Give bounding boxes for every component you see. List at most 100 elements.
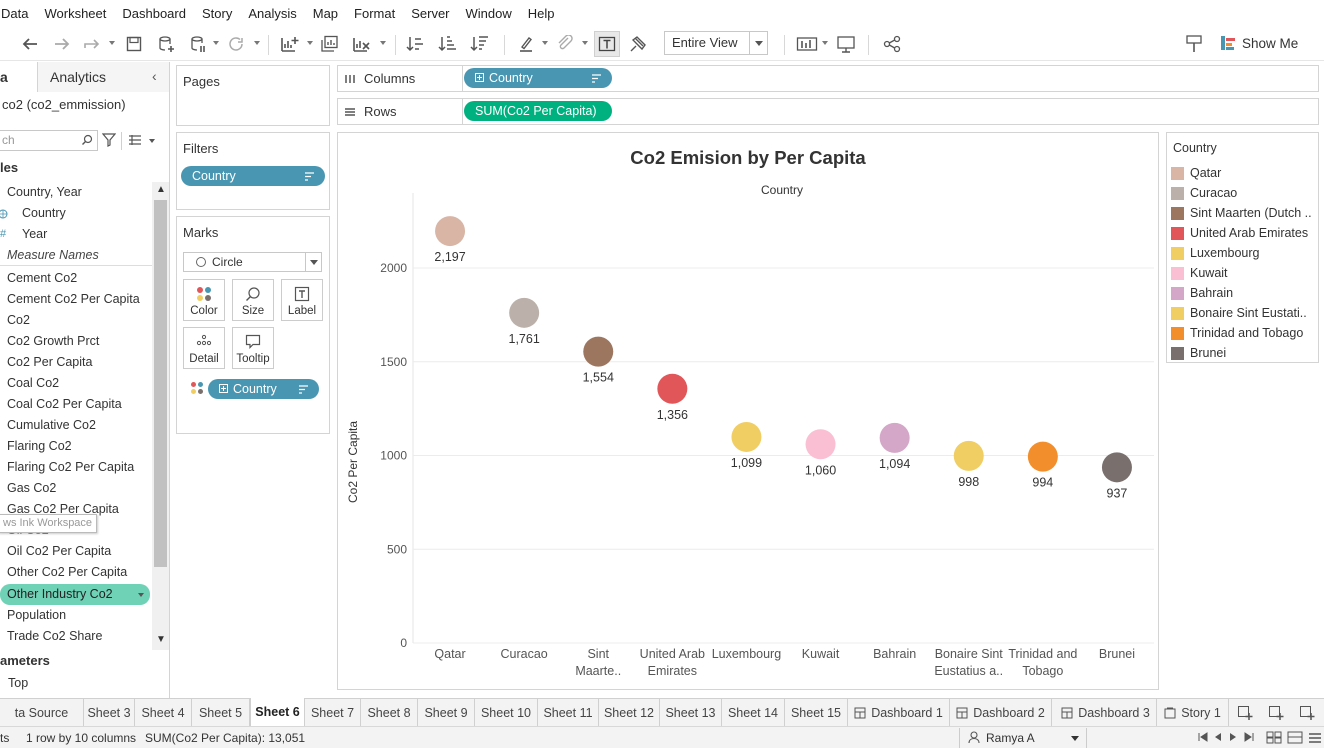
legend-item[interactable]: Bonaire Sint Eustati.. [1171, 303, 1318, 323]
mark-type-dropdown[interactable]: Circle [183, 252, 322, 272]
data-point[interactable] [1027, 441, 1058, 472]
data-point[interactable] [879, 422, 910, 453]
clear-icon[interactable] [350, 31, 374, 57]
pin-icon[interactable] [1182, 31, 1206, 57]
highlight-icon[interactable] [514, 31, 538, 57]
show-me-button[interactable]: Show Me [1220, 31, 1298, 55]
field-item[interactable]: Oil Co2 Per Capita [0, 541, 152, 562]
label-button[interactable]: Label [281, 279, 323, 321]
field-item-selected[interactable]: Other Industry Co2 [0, 584, 150, 605]
legend-item[interactable]: Trinidad and Tobago [1171, 323, 1318, 343]
data-point[interactable] [435, 216, 466, 247]
sheet-tab[interactable]: Sheet 5 [192, 699, 250, 727]
rows-shelf[interactable]: Rows SUM(Co2 Per Capita) [337, 98, 1319, 125]
legend-item[interactable]: Sint Maarten (Dutch .. [1171, 203, 1318, 223]
field-item[interactable]: Country, Year [0, 182, 152, 203]
legend-item[interactable]: Curacao [1171, 183, 1318, 203]
labels-icon[interactable] [594, 31, 620, 57]
field-item[interactable]: Cement Co2 Per Capita [0, 289, 152, 310]
share-icon[interactable] [880, 31, 904, 57]
tab-data-source[interactable]: ta Source [0, 699, 84, 727]
field-item[interactable]: Gas Co2 [0, 478, 152, 499]
tabs-view-icon[interactable] [1308, 731, 1322, 744]
sheet-tab[interactable]: Sheet 11 [538, 699, 599, 727]
fix-axes-icon[interactable] [626, 31, 650, 57]
field-item[interactable]: Co2 Growth Prct [0, 331, 152, 352]
data-point[interactable] [805, 429, 836, 460]
field-item[interactable]: Co2 [0, 310, 152, 331]
previous-sheet-icon[interactable] [1213, 731, 1223, 743]
field-item[interactable]: Coal Co2 [0, 373, 152, 394]
field-item[interactable]: Population [0, 605, 152, 626]
menu-worksheet[interactable]: Worksheet [36, 0, 114, 27]
chart-view[interactable]: Co2 Emision by Per Capita Country Co2 Pe… [337, 132, 1159, 690]
filter-pill-country[interactable]: Country [181, 166, 325, 186]
tab-data[interactable]: a [0, 62, 38, 92]
field-list-scrollbar[interactable]: ▲ ▼ [152, 182, 169, 650]
filter-icon[interactable] [102, 133, 116, 147]
filmstrip-view-icon[interactable] [1287, 731, 1303, 744]
legend-item[interactable]: United Arab Emirates [1171, 223, 1318, 243]
new-worksheet-tab-icon[interactable] [1237, 705, 1253, 721]
legend-item[interactable]: Kuwait [1171, 263, 1318, 283]
next-sheet-icon[interactable] [1228, 731, 1238, 743]
scroll-down-icon[interactable]: ▼ [156, 634, 166, 645]
fit-dropdown[interactable]: Entire View [664, 31, 768, 55]
menu-map[interactable]: Map [305, 0, 346, 27]
field-item[interactable]: Cumulative Co2 [0, 415, 152, 436]
color-button[interactable]: Color [183, 279, 225, 321]
sheet-tab[interactable]: Sheet 7 [305, 699, 361, 727]
menu-server[interactable]: Server [403, 0, 457, 27]
data-point[interactable] [657, 373, 688, 404]
menu-data[interactable]: Data [0, 0, 36, 27]
last-sheet-icon[interactable] [1243, 731, 1255, 743]
sheet-tab[interactable]: Sheet 4 [135, 699, 192, 727]
data-point[interactable] [583, 336, 614, 367]
forward-icon[interactable] [50, 31, 74, 57]
list-view-icon[interactable] [128, 134, 142, 146]
sheet-tab[interactable]: Sheet 14 [722, 699, 785, 727]
presentation-icon[interactable] [834, 31, 858, 57]
tab-analytics[interactable]: Analytics [38, 62, 169, 92]
legend-item[interactable]: Luxembourg [1171, 243, 1318, 263]
filters-card[interactable]: Filters Country [176, 132, 330, 210]
tooltip-button[interactable]: Tooltip [232, 327, 274, 369]
duplicate-icon[interactable] [318, 31, 342, 57]
data-point[interactable] [1101, 452, 1132, 483]
size-button[interactable]: Size [232, 279, 274, 321]
scroll-up-icon[interactable]: ▲ [156, 184, 166, 195]
group-icon[interactable] [553, 31, 577, 57]
sheet-tab[interactable]: Sheet 8 [361, 699, 418, 727]
user-menu[interactable]: Ramya A [959, 728, 1087, 748]
refresh-icon[interactable] [224, 31, 248, 57]
scroll-thumb[interactable] [154, 200, 167, 567]
menu-dashboard[interactable]: Dashboard [114, 0, 194, 27]
parameter-item[interactable]: Top [8, 676, 28, 690]
columns-pill-country[interactable]: Country [464, 68, 612, 88]
sort-asc-icon[interactable] [436, 31, 460, 57]
sheet-tab[interactable]: Sheet 3 [84, 699, 135, 727]
first-sheet-icon[interactable] [1197, 731, 1209, 743]
field-item[interactable]: Flaring Co2 Per Capita [0, 457, 152, 478]
sheet-tab[interactable]: Sheet 13 [660, 699, 722, 727]
sheet-tab[interactable]: Sheet 10 [475, 699, 538, 727]
chevron-down-icon[interactable] [149, 139, 155, 143]
columns-shelf[interactable]: Columns Country [337, 65, 1319, 92]
sheet-tab[interactable]: Sheet 12 [599, 699, 660, 727]
grid-view-icon[interactable] [1266, 731, 1282, 744]
new-story-tab-icon[interactable] [1299, 705, 1315, 721]
menu-window[interactable]: Window [458, 0, 520, 27]
pages-card[interactable]: Pages [176, 65, 330, 126]
new-worksheet-icon[interactable] [278, 31, 302, 57]
field-item[interactable]: Cement Co2 [0, 268, 152, 289]
menu-analysis[interactable]: Analysis [240, 0, 304, 27]
legend-item[interactable]: Qatar [1171, 163, 1318, 183]
marks-pill-country[interactable]: Country [208, 379, 319, 399]
dashboard-tab[interactable]: Dashboard 2 [950, 699, 1052, 727]
legend-item[interactable]: Brunei [1171, 343, 1318, 363]
field-item[interactable]: Coal Co2 Per Capita [0, 394, 152, 415]
data-point[interactable] [509, 297, 540, 328]
rows-pill-sum-co2-per-capita[interactable]: SUM(Co2 Per Capita) [464, 101, 612, 121]
sheet-tab[interactable]: Sheet 6 [250, 698, 305, 727]
save-icon[interactable] [122, 31, 146, 57]
